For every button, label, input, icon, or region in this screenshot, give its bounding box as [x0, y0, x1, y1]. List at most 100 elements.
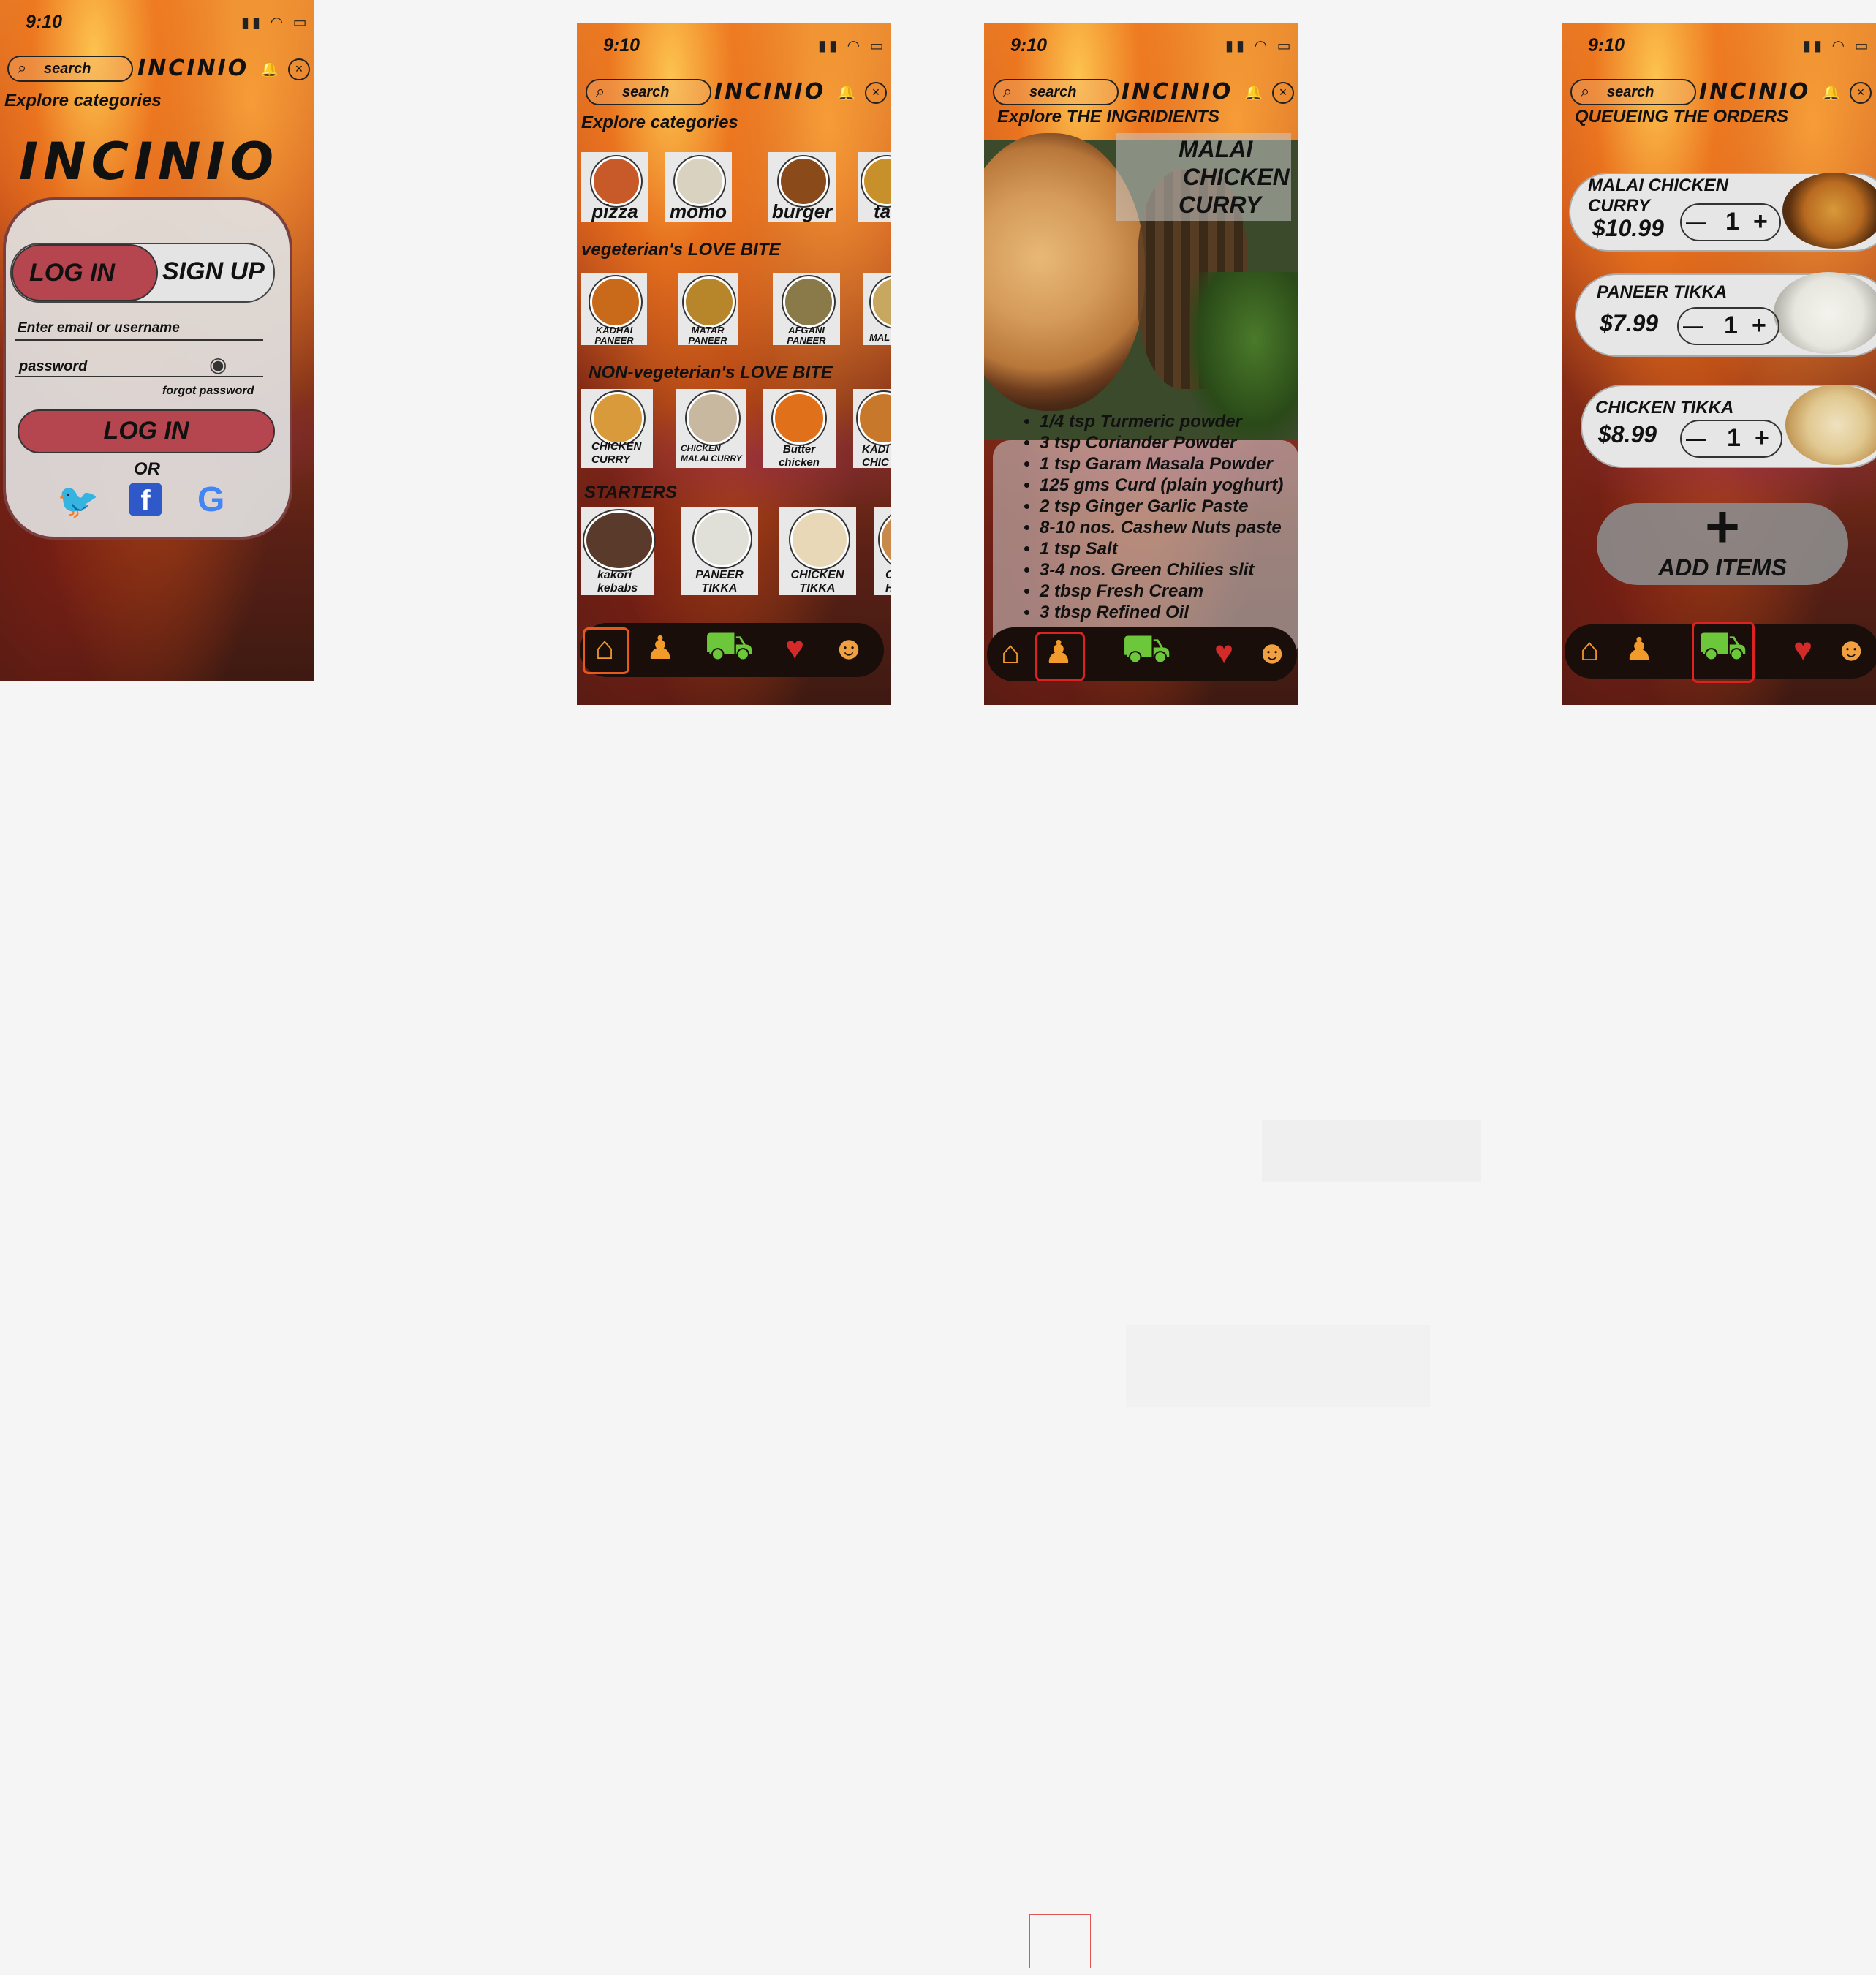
home-icon[interactable]: ⌂: [990, 635, 1031, 671]
category-image: [779, 156, 828, 206]
category-image: [862, 156, 891, 206]
chef-icon[interactable]: ♟: [640, 630, 681, 667]
close-icon[interactable]: ×: [1850, 82, 1872, 104]
category-card[interactable]: ta: [858, 152, 891, 222]
decrease-button[interactable]: —: [1683, 314, 1703, 338]
facebook-icon[interactable]: f: [129, 483, 162, 517]
dish-label: PANEER: [787, 335, 826, 346]
nonveg-card[interactable]: Butter chicken: [763, 389, 836, 469]
heart-icon[interactable]: ♥: [1203, 635, 1244, 671]
increase-button[interactable]: +: [1753, 208, 1768, 236]
dish-label: KADHAI: [595, 325, 633, 336]
veg-card[interactable]: MATAR PANEER: [678, 273, 738, 346]
category-card[interactable]: pizza: [581, 152, 648, 222]
bell-icon[interactable]: 🔔: [1244, 83, 1263, 102]
basket-icon[interactable]: ⛟: [701, 626, 757, 665]
search-bar[interactable]: ⌕ search: [993, 79, 1119, 105]
dish-label: C: [885, 569, 891, 582]
starter-card[interactable]: PANEER TIKKA: [681, 507, 758, 595]
signup-tab[interactable]: SIGN UP: [162, 257, 265, 286]
basket-icon[interactable]: ⛟: [1119, 629, 1174, 668]
dish-image: [880, 510, 891, 569]
dish-label: H: [885, 582, 891, 595]
close-icon[interactable]: ×: [1272, 82, 1294, 104]
email-field[interactable]: Enter email or username: [18, 320, 180, 336]
twitter-icon[interactable]: 🐦: [57, 481, 99, 521]
decrease-button[interactable]: —: [1686, 427, 1706, 450]
heart-icon[interactable]: ♥: [1782, 632, 1823, 668]
veg-card[interactable]: MAL: [863, 273, 891, 345]
password-field[interactable]: password: [19, 358, 87, 375]
veg-card[interactable]: AFGANI PANEER: [773, 273, 840, 346]
search-label: search: [622, 84, 670, 100]
category-label: pizza: [591, 200, 638, 222]
bell-icon[interactable]: 🔔: [1822, 83, 1840, 102]
category-image: [591, 156, 641, 206]
ingredient-item: 1 tsp Garam Masala Powder: [1040, 453, 1283, 475]
ingredient-item: 2 tsp Ginger Garlic Paste: [1040, 496, 1283, 517]
category-card[interactable]: momo: [665, 152, 732, 222]
search-icon: ⌕: [596, 82, 605, 100]
dish-image: [591, 392, 644, 445]
close-icon[interactable]: ×: [865, 82, 887, 104]
canvas-artifact: [1126, 1325, 1430, 1407]
login-button[interactable]: LOG IN: [18, 409, 275, 453]
search-bar[interactable]: ⌕ search: [586, 79, 711, 105]
home-icon[interactable]: ⌂: [584, 630, 625, 667]
forgot-password-link[interactable]: forgot password: [162, 385, 254, 398]
search-bar[interactable]: ⌕ search: [7, 56, 133, 82]
dish-title-line: MALAI: [1179, 136, 1253, 162]
login-tab[interactable]: LOG IN: [12, 244, 158, 301]
increase-button[interactable]: +: [1755, 424, 1769, 453]
canvas-artifact: [1262, 1120, 1481, 1182]
search-icon: ⌕: [18, 58, 27, 77]
quantity-stepper: — 1 +: [1680, 420, 1782, 458]
ingredient-item: 1/4 tsp Turmeric powder: [1040, 411, 1283, 432]
selection-box: [1029, 1914, 1091, 1968]
password-underline: [15, 376, 263, 377]
add-items-button[interactable]: + ADD ITEMS: [1597, 494, 1848, 585]
ingredient-item: 3-4 nos. Green Chilies slit: [1040, 559, 1283, 581]
increase-button[interactable]: +: [1752, 311, 1766, 340]
google-icon[interactable]: G: [197, 480, 224, 520]
profile-icon[interactable]: ☻: [828, 630, 869, 667]
starter-card[interactable]: kakori kebabs: [581, 507, 654, 595]
brand-logo: INCINIO: [1699, 79, 1811, 105]
quantity-value: 1: [1727, 424, 1741, 452]
dish-image: [773, 392, 825, 445]
chef-icon[interactable]: ♟: [1619, 632, 1660, 668]
decrease-button[interactable]: —: [1686, 211, 1706, 234]
nonveg-card[interactable]: CHICKEN CURRY: [581, 389, 653, 468]
order-item-name: CHICKEN TIKKA: [1595, 398, 1734, 418]
starter-card[interactable]: CHICKEN TIKKA: [779, 507, 856, 595]
orders-title: QUEUEING THE ORDERS: [1575, 107, 1789, 126]
brand-logo: INCINIO: [137, 56, 249, 81]
bell-icon[interactable]: 🔔: [260, 60, 279, 78]
hero-brand: INCINIO: [19, 132, 279, 192]
veg-card[interactable]: KADHAI PANEER: [581, 273, 647, 346]
brand-logo: INCINIO: [1122, 79, 1233, 105]
recipe-screen: 9:10 ▮▮ ◠ ▭ ⌕ search INCINIO 🔔 × Explore…: [984, 23, 1298, 705]
profile-icon[interactable]: ☻: [1252, 635, 1293, 671]
basket-icon[interactable]: ⛟: [1695, 626, 1750, 665]
home-icon[interactable]: ⌂: [1569, 632, 1610, 668]
dish-label: PANEER: [695, 569, 744, 581]
eye-icon[interactable]: ◉: [209, 352, 227, 377]
nonveg-card[interactable]: CHICKEN MALAI CURRY: [676, 389, 746, 468]
category-card[interactable]: burger: [768, 152, 836, 222]
close-icon[interactable]: ×: [288, 58, 310, 80]
starter-card[interactable]: C H: [874, 507, 891, 595]
ingredient-item: 125 gms Curd (plain yoghurt): [1040, 475, 1283, 496]
profile-icon[interactable]: ☻: [1831, 632, 1872, 668]
brand-logo: INCINIO: [714, 79, 826, 105]
chef-icon[interactable]: ♟: [1038, 635, 1079, 671]
category-label: ta: [874, 200, 891, 222]
dish-image: [694, 510, 751, 567]
order-item-name: PANEER TIKKA: [1597, 282, 1728, 302]
bell-icon[interactable]: 🔔: [837, 83, 855, 102]
search-label: search: [1607, 84, 1654, 100]
dish-label: Butter: [782, 443, 816, 456]
heart-icon[interactable]: ♥: [774, 630, 815, 667]
search-bar[interactable]: ⌕ search: [1570, 79, 1696, 105]
nonveg-card[interactable]: KADI CHIC: [853, 389, 891, 469]
